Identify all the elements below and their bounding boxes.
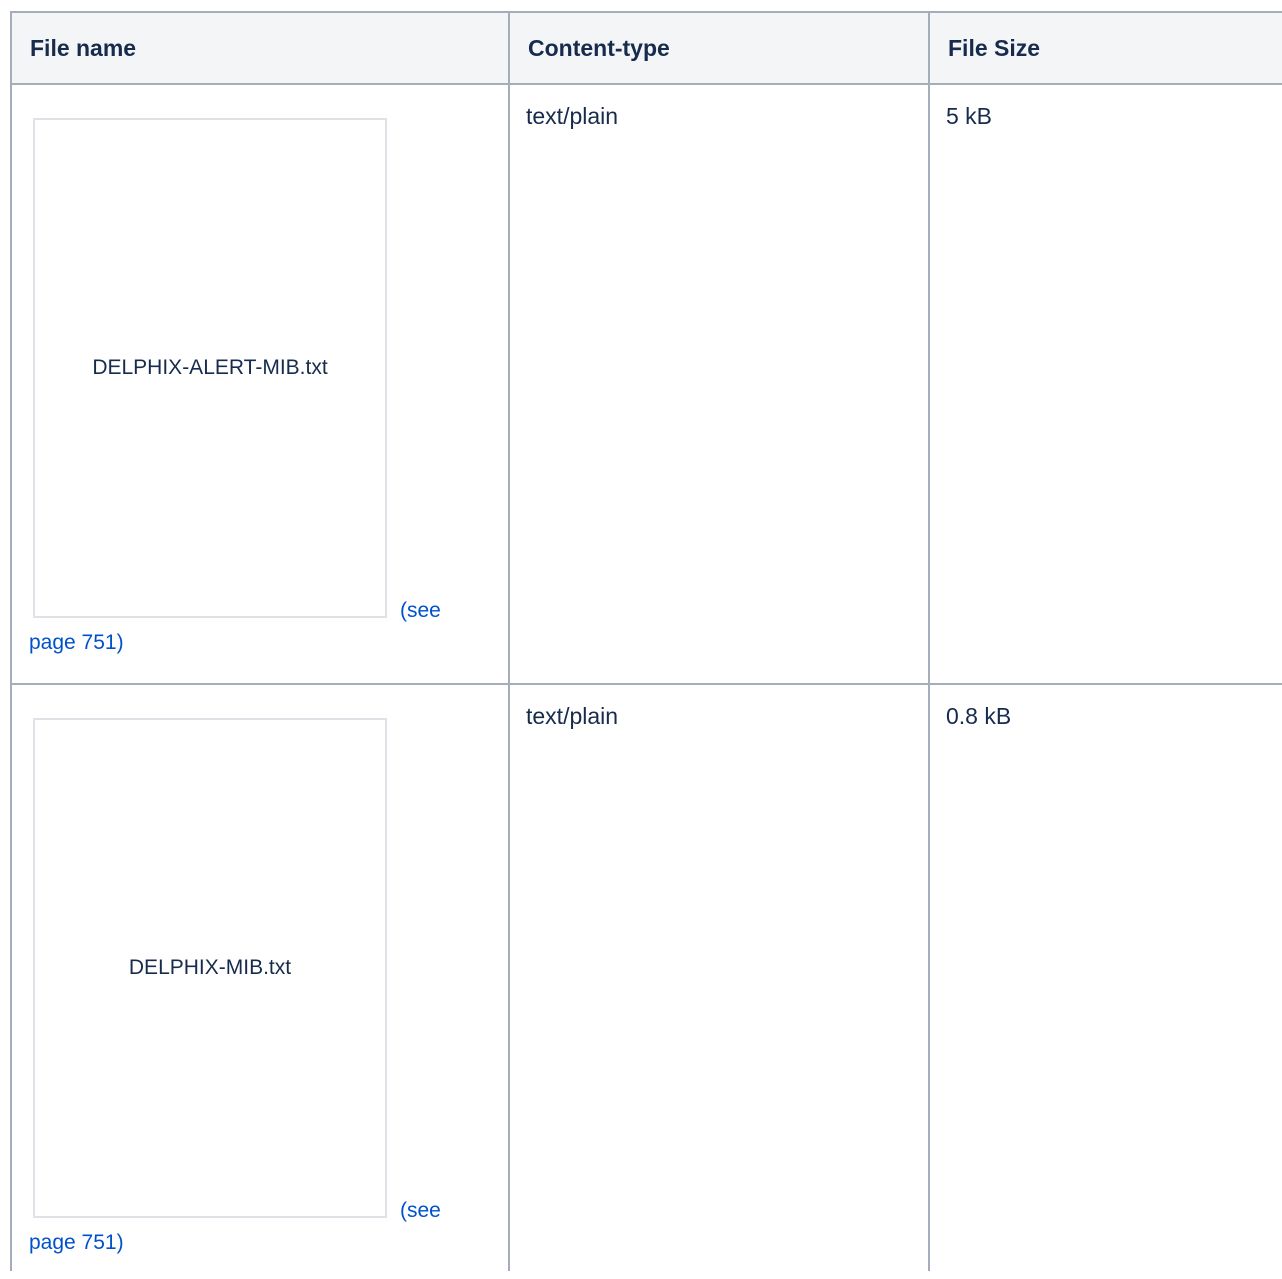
file-size-cell: 0.8 kB: [928, 683, 1282, 1271]
attachments-table: File name Content-type File Size DELPHIX…: [10, 11, 1282, 1271]
file-preview-name: DELPHIX-ALERT-MIB.txt: [92, 356, 328, 379]
table-row: DELPHIX-ALERT-MIB.txt (see page 751) tex…: [10, 83, 1282, 685]
header-content-type: Content-type: [508, 11, 930, 85]
file-name-cell: DELPHIX-MIB.txt (see page 751): [10, 683, 510, 1271]
see-page-link[interactable]: (see: [400, 1199, 441, 1223]
header-file-size: File Size: [928, 11, 1282, 85]
table-row: DELPHIX-MIB.txt (see page 751) text/plai…: [10, 683, 1282, 1271]
content-type-cell: text/plain: [508, 83, 930, 685]
table-header-row: File name Content-type File Size: [10, 11, 1282, 85]
file-preview-thumbnail[interactable]: DELPHIX-MIB.txt: [33, 718, 387, 1218]
see-page-link-continued[interactable]: page 751): [29, 631, 124, 655]
see-page-link-continued[interactable]: page 751): [29, 1231, 124, 1255]
see-page-link[interactable]: (see: [400, 599, 441, 623]
header-file-name: File name: [10, 11, 510, 85]
file-preview-thumbnail[interactable]: DELPHIX-ALERT-MIB.txt: [33, 118, 387, 618]
file-name-cell: DELPHIX-ALERT-MIB.txt (see page 751): [10, 83, 510, 685]
content-type-cell: text/plain: [508, 683, 930, 1271]
file-preview-name: DELPHIX-MIB.txt: [128, 956, 292, 979]
file-size-cell: 5 kB: [928, 83, 1282, 685]
